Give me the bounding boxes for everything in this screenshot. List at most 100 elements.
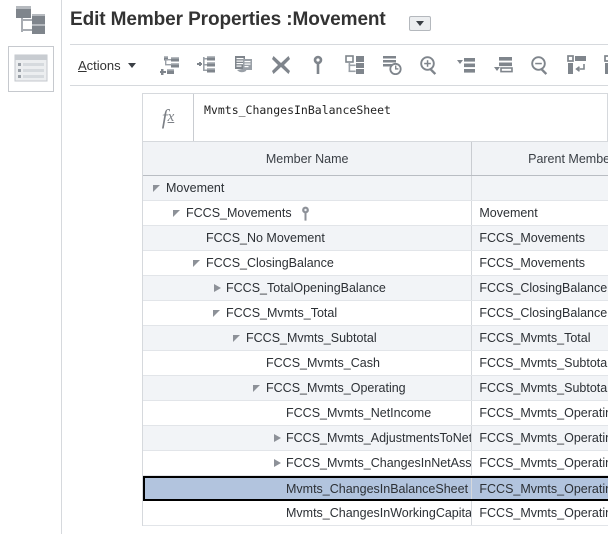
table-row[interactable]: FCCS_ClosingBalance FCCS_Movements (143, 251, 608, 276)
zoom-out-icon (530, 55, 550, 75)
add-child-button[interactable] (152, 50, 189, 80)
left-rail (0, 0, 62, 534)
key-icon (300, 206, 311, 221)
member-properties-grid: Member Name Parent Member Movement FCCS_M… (142, 141, 608, 526)
cell-parent-member[interactable]: FCCS_ClosingBalance (472, 301, 608, 325)
cell-member-name[interactable]: FCCS_Mvmts_Cash (143, 351, 473, 375)
member-name-label: FCCS_Mvmts_Cash (266, 356, 380, 370)
sidebar-item-member-properties[interactable] (7, 46, 54, 92)
collapse-triangle-icon[interactable] (253, 384, 262, 393)
zoom-in-button[interactable] (411, 50, 448, 80)
collapse-triangle-icon[interactable] (153, 184, 162, 193)
cell-member-name[interactable]: FCCS_Mvmts_Operating (143, 376, 473, 400)
cell-parent-member[interactable]: FCCS_Mvmts_Operating (472, 476, 608, 501)
cell-parent-member[interactable]: FCCS_Mvmts_Subtotal (472, 376, 608, 400)
actions-menu-button[interactable]: Actions (70, 51, 148, 79)
formula-value[interactable]: Mvmts_ChangesInBalanceSheet (194, 94, 607, 141)
cell-parent-member[interactable]: FCCS_ClosingBalance (472, 276, 608, 300)
cell-parent-member[interactable]: FCCS_Mvmts_Operating (472, 426, 608, 450)
hierarchy-icon (15, 5, 47, 38)
table-row[interactable]: FCCS_Mvmts_Operating FCCS_Mvmts_Subtotal (143, 376, 608, 401)
history-list-icon (382, 55, 402, 75)
grid-list-icon (14, 54, 48, 85)
show-history-button[interactable] (374, 50, 411, 80)
insert-row-button[interactable] (559, 50, 596, 80)
table-row[interactable]: FCCS_Mvmts_Total FCCS_ClosingBalance (143, 301, 608, 326)
indent-more-icon (493, 55, 513, 75)
cell-member-name[interactable]: FCCS_Mvmts_AdjustmentsToNetIncome (143, 426, 473, 450)
cell-member-name[interactable]: Mvmts_ChangesInWorkingCapital (143, 501, 473, 525)
zoom-in-icon (419, 55, 439, 75)
member-name-label: FCCS_ClosingBalance (206, 256, 334, 270)
cell-member-name[interactable]: FCCS_ClosingBalance (143, 251, 473, 275)
cell-parent-member[interactable]: FCCS_Movements (472, 251, 608, 275)
move-right-button[interactable] (485, 50, 522, 80)
member-name-label: FCCS_No Movement (206, 231, 325, 245)
cell-parent-member[interactable] (472, 176, 608, 200)
collapse-triangle-icon[interactable] (213, 309, 222, 318)
insert-row-icon (567, 55, 587, 75)
cell-member-name[interactable]: FCCS_Mvmts_NetIncome (143, 401, 473, 425)
title-bar: Edit Member Properties :Movement (62, 0, 608, 43)
cell-member-name[interactable]: FCCS_Mvmts_Subtotal (143, 326, 473, 350)
zoom-out-button[interactable] (522, 50, 559, 80)
table-row[interactable]: FCCS_Mvmts_NetIncome FCCS_Mvmts_Operating (143, 401, 608, 426)
cell-parent-member[interactable]: FCCS_Mvmts_Total (472, 326, 608, 350)
cell-member-name[interactable]: FCCS_TotalOpeningBalance (143, 276, 473, 300)
formula-bar: fx Mvmts_ChangesInBalanceSheet (142, 93, 608, 141)
table-row[interactable]: FCCS_Movements Movement (143, 201, 608, 226)
add-sibling-button[interactable] (189, 50, 226, 80)
cell-parent-member[interactable]: FCCS_Mvmts_Subtotal (472, 351, 608, 375)
title-dropdown-button[interactable] (409, 16, 431, 31)
page-title: Edit Member Properties :Movement (70, 9, 386, 30)
copy-member-button[interactable] (226, 50, 263, 80)
cell-member-name[interactable]: FCCS_Movements (143, 201, 473, 225)
expand-triangle-icon[interactable] (273, 433, 282, 443)
table-row[interactable]: FCCS_No Movement FCCS_Movements (143, 226, 608, 251)
table-row[interactable]: Mvmts_ChangesInWorkingCapital FCCS_Mvmts_… (143, 501, 608, 526)
table-row[interactable]: Mvmts_ChangesInBalanceSheet FCCS_Mvmts_Op… (143, 476, 608, 501)
cell-parent-member[interactable]: FCCS_Mvmts_Operating (472, 401, 608, 425)
set-primary-key-button[interactable] (300, 50, 337, 80)
actions-menu-label: Actions (78, 57, 121, 73)
delete-icon (271, 55, 291, 75)
cell-parent-member[interactable]: FCCS_Mvmts_Operating (472, 451, 608, 475)
column-header-member-name[interactable]: Member Name (143, 142, 473, 175)
cell-member-name[interactable]: Movement (143, 176, 473, 200)
table-row[interactable]: FCCS_Mvmts_Cash FCCS_Mvmts_Subtotal (143, 351, 608, 376)
cell-member-name[interactable]: FCCS_Mvmts_Total (143, 301, 473, 325)
delete-button[interactable] (263, 50, 300, 80)
member-name-label: FCCS_Movements (186, 206, 292, 220)
cell-member-name[interactable]: FCCS_No Movement (143, 226, 473, 250)
move-left-button[interactable] (448, 50, 485, 80)
collapse-triangle-icon[interactable] (233, 334, 242, 343)
member-name-label: Mvmts_ChangesInWorkingCapital (286, 506, 473, 520)
table-row[interactable]: FCCS_Mvmts_ChangesInNetAssets FCCS_Mvmts_… (143, 451, 608, 476)
expand-hierarchy-button[interactable] (337, 50, 374, 80)
column-header-parent-member[interactable]: Parent Member (472, 142, 608, 175)
member-name-label: FCCS_Mvmts_Total (226, 306, 338, 320)
grid-body: Movement FCCS_Movements Movement FCCS_No Mo… (143, 176, 608, 526)
cell-member-name[interactable]: Mvmts_ChangesInBalanceSheet (143, 476, 473, 501)
cell-parent-member[interactable]: FCCS_Mvmts_Operating (472, 501, 608, 525)
member-name-label: FCCS_Mvmts_AdjustmentsToNetIncome (286, 431, 473, 445)
sidebar-item-dimensions[interactable] (10, 2, 52, 40)
toolbar: Actions (70, 44, 608, 86)
delete-row-button[interactable] (596, 50, 608, 80)
cell-parent-member[interactable]: Movement (472, 201, 608, 225)
indent-less-icon (456, 55, 476, 75)
table-row[interactable]: FCCS_Mvmts_AdjustmentsToNetIncomeFCCS_Mv… (143, 426, 608, 451)
collapse-triangle-icon[interactable] (173, 209, 182, 218)
table-row[interactable]: FCCS_Mvmts_Subtotal FCCS_Mvmts_Total (143, 326, 608, 351)
cell-parent-member[interactable]: FCCS_Movements (472, 226, 608, 250)
chevron-down-icon (127, 62, 136, 68)
expand-triangle-icon[interactable] (213, 283, 222, 293)
collapse-triangle-icon[interactable] (193, 259, 202, 268)
table-row[interactable]: FCCS_TotalOpeningBalance FCCS_ClosingBala… (143, 276, 608, 301)
table-row[interactable]: Movement (143, 176, 608, 201)
copy-member-icon (234, 55, 254, 75)
cell-member-name[interactable]: FCCS_Mvmts_ChangesInNetAssets (143, 451, 473, 475)
expand-triangle-icon[interactable] (273, 458, 282, 468)
